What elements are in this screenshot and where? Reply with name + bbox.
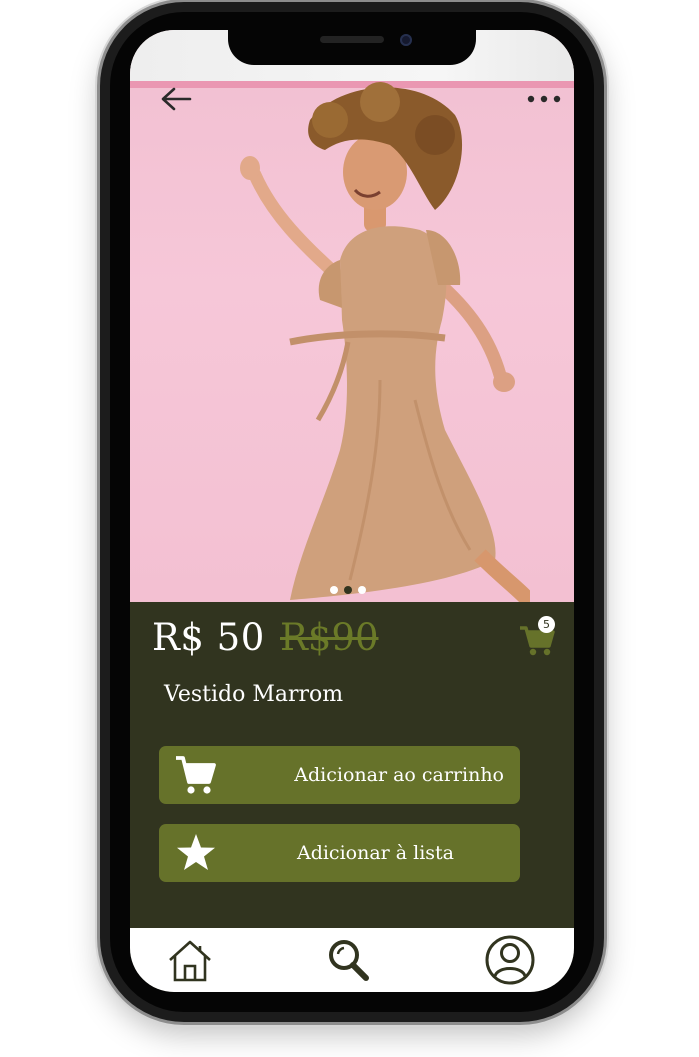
product-photo-model	[240, 82, 530, 602]
more-dots-icon[interactable]	[526, 92, 562, 106]
star-icon	[177, 834, 215, 870]
product-image[interactable]	[130, 30, 574, 602]
pagination-dot-active[interactable]	[344, 586, 352, 594]
add-to-cart-button[interactable]: Adicionar ao carrinho	[159, 746, 520, 804]
speaker-grille	[320, 36, 384, 43]
pagination-dot[interactable]	[330, 586, 338, 594]
product-old-price: R$90	[280, 616, 379, 659]
product-price: R$ 50	[152, 616, 265, 659]
arrow-left-icon[interactable]	[160, 86, 192, 112]
bottom-navigation	[130, 928, 574, 992]
add-to-cart-label: Adicionar ao carrinho	[294, 764, 504, 786]
image-pagination	[330, 586, 370, 596]
search-icon[interactable]	[322, 934, 374, 986]
stage: R$ 50 R$90 5 Vestido Marrom Adicionar ao…	[0, 0, 699, 1057]
home-icon[interactable]	[164, 934, 216, 986]
add-to-list-button[interactable]: Adicionar à lista	[159, 824, 520, 882]
add-to-list-label: Adicionar à lista	[296, 842, 455, 864]
user-icon[interactable]	[484, 934, 536, 986]
front-camera	[400, 34, 412, 46]
cart-count-badge: 5	[538, 616, 555, 633]
product-name: Vestido Marrom	[164, 682, 344, 707]
cart-icon	[176, 756, 216, 794]
app-screen: R$ 50 R$90 5 Vestido Marrom Adicionar ao…	[130, 30, 574, 992]
notch	[228, 22, 476, 65]
pagination-dot[interactable]	[358, 586, 366, 594]
